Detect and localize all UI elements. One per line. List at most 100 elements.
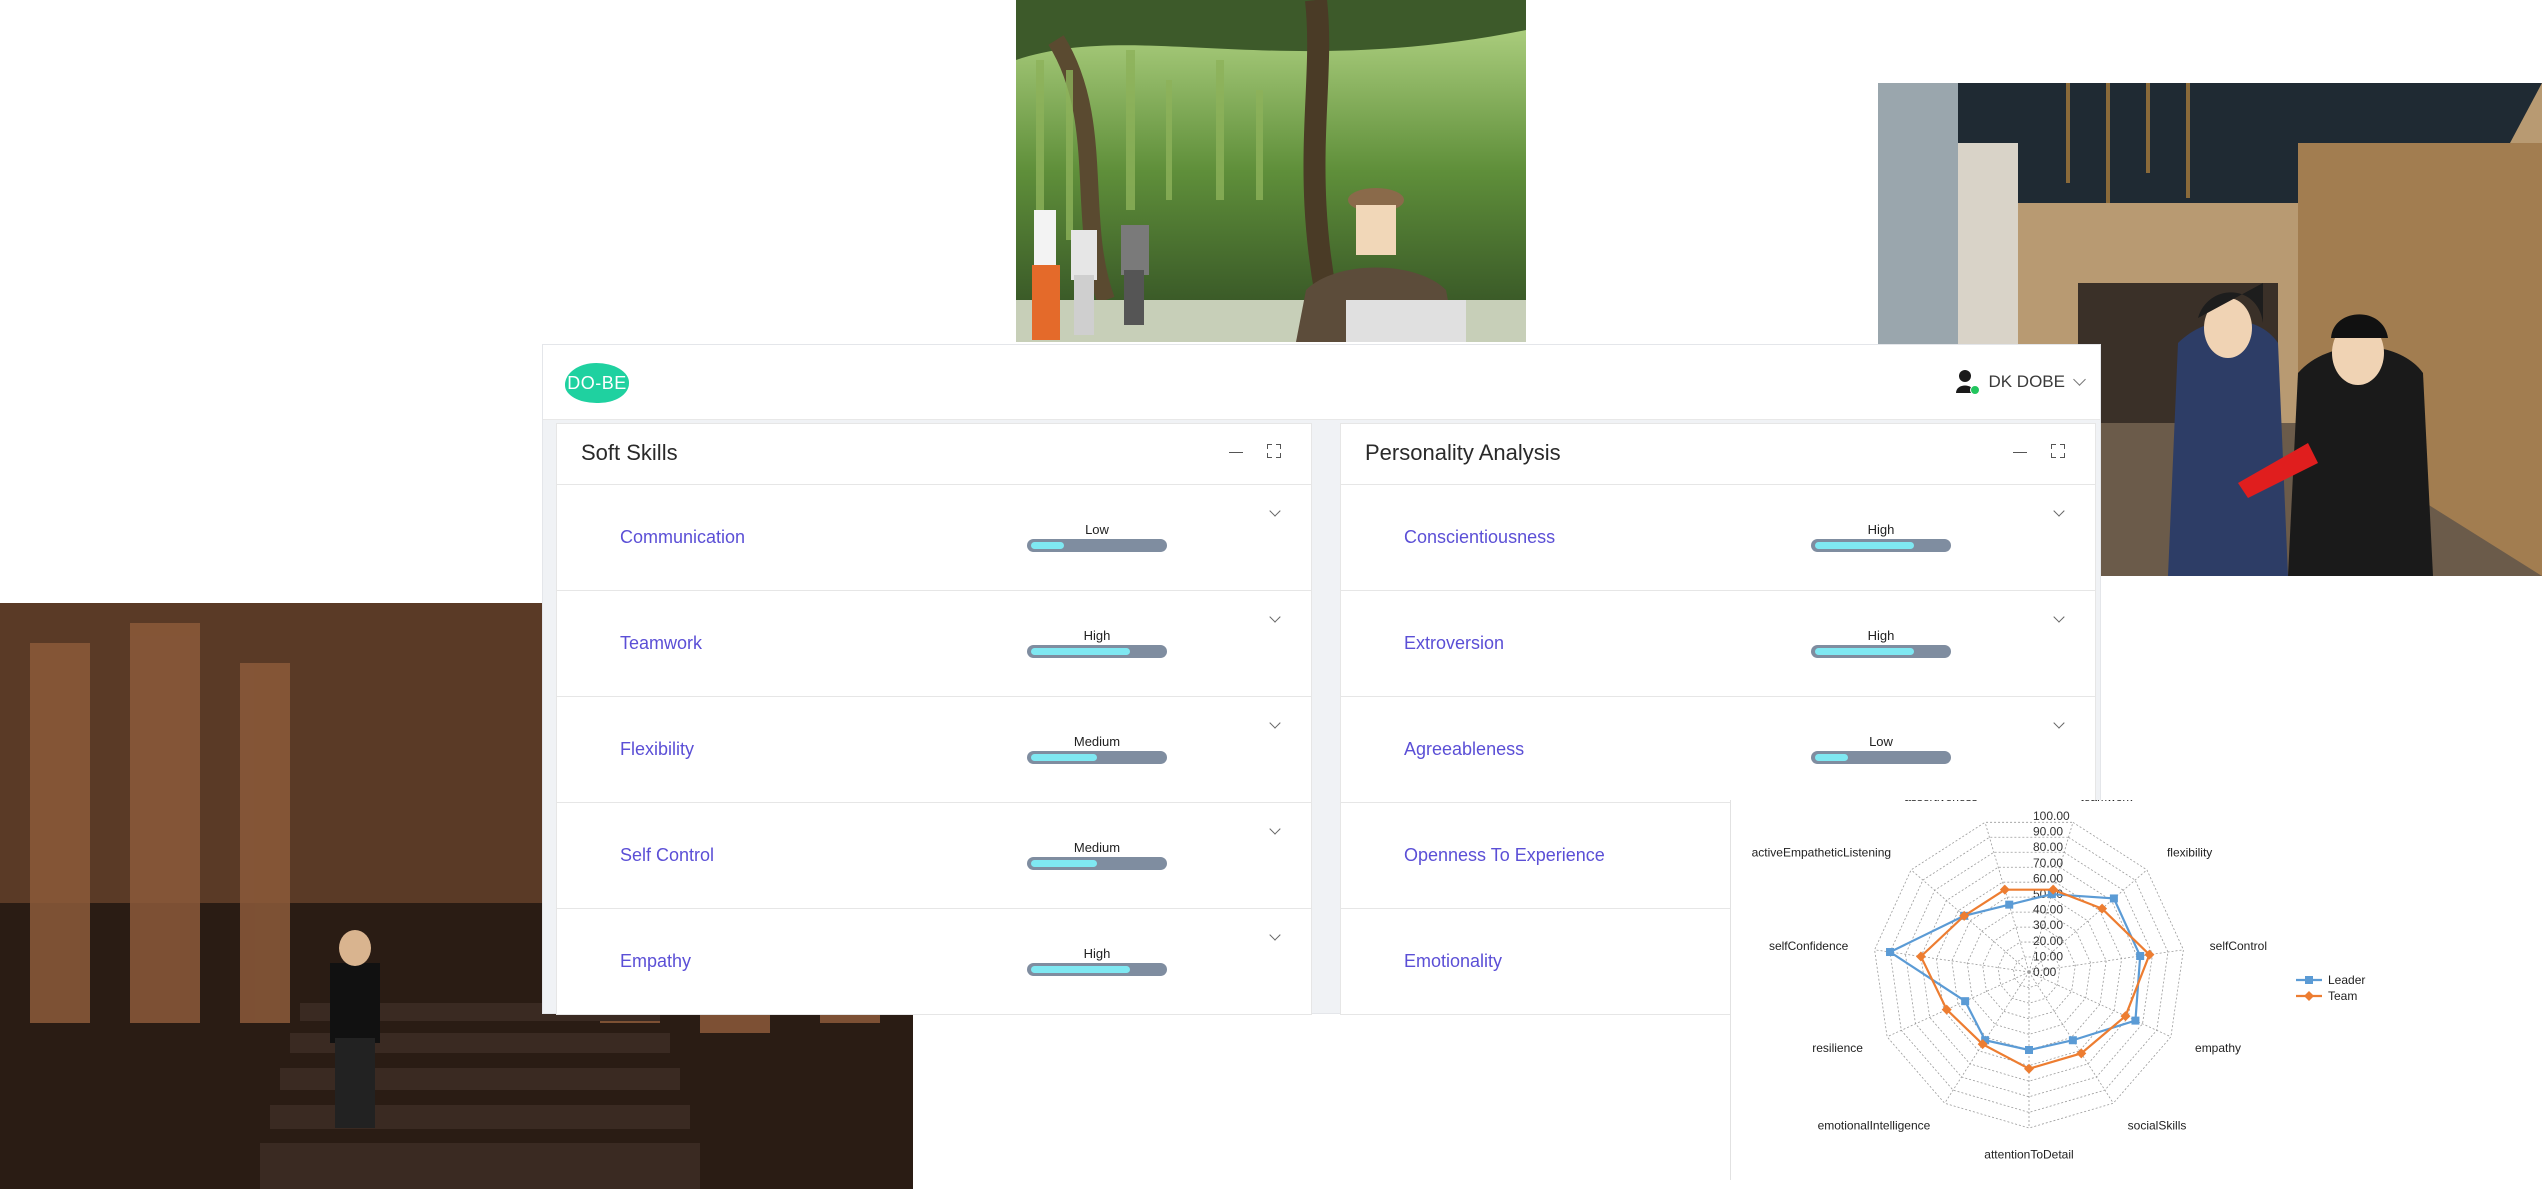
level-indicator: High: [1811, 523, 1951, 552]
axis-label: attentionToDetail: [1984, 1148, 2073, 1162]
chevron-down-icon[interactable]: [1269, 611, 1281, 623]
axis-label: empathy: [2195, 1041, 2241, 1055]
level-text: High: [1083, 946, 1111, 961]
level-bar-fill: [1815, 754, 1848, 761]
trait-label[interactable]: Extroversion: [1404, 633, 1504, 654]
level-indicator: Low: [1027, 523, 1167, 552]
data-point: [2131, 1016, 2140, 1025]
tick-label: 40.00: [2033, 903, 2063, 917]
trait-label[interactable]: Conscientiousness: [1404, 527, 1555, 548]
level-bar-fill: [1815, 542, 1914, 549]
minimize-icon[interactable]: [1229, 452, 1243, 453]
panel-header: Personality Analysis: [1341, 424, 2095, 485]
online-status-dot: [1970, 385, 1981, 395]
legend-label: Team: [2328, 989, 2357, 1003]
level-bar: [1027, 857, 1167, 870]
skill-label[interactable]: Teamwork: [620, 633, 702, 654]
axis-label: emotionalIntelligence: [1818, 1119, 1931, 1133]
level-bar: [1027, 751, 1167, 764]
level-indicator: High: [1811, 629, 1951, 658]
level-bar-fill: [1031, 966, 1130, 973]
level-text: Medium: [1073, 840, 1121, 855]
axis-label: resilience: [1812, 1041, 1863, 1055]
tick-label: 0.00: [2033, 965, 2057, 979]
radar-chart: 0.0010.0020.0030.0040.0050.0060.0070.008…: [1730, 800, 2391, 1180]
data-point: [1961, 997, 1970, 1006]
fullscreen-icon[interactable]: [2051, 444, 2065, 458]
data-point: [2109, 894, 2118, 903]
tick-label: 80.00: [2033, 840, 2063, 854]
level-text: High: [1867, 522, 1895, 537]
level-text: High: [1083, 628, 1111, 643]
level-bar: [1027, 963, 1167, 976]
tick-label: 100.00: [2033, 809, 2070, 823]
data-point: [2005, 900, 2014, 909]
trait-label[interactable]: Agreeableness: [1404, 739, 1524, 760]
skill-label[interactable]: Empathy: [620, 951, 691, 972]
skill-row-teamwork[interactable]: Teamwork High: [557, 591, 1311, 697]
axis-label: socialSkills: [2128, 1119, 2187, 1133]
minimize-icon[interactable]: [2013, 452, 2027, 453]
tick-label: 90.00: [2033, 825, 2063, 839]
level-bar: [1027, 539, 1167, 552]
tick-label: 60.00: [2033, 871, 2063, 885]
panel-title: Personality Analysis: [1365, 440, 1561, 465]
jungle-scene-photo: [1016, 0, 1526, 342]
axis-spoke: [1886, 971, 2030, 1038]
axis-label: activeEmpatheticListening: [1752, 845, 1891, 859]
axis-spoke: [2028, 971, 2172, 1038]
chevron-down-icon[interactable]: [2073, 373, 2086, 386]
level-bar-fill: [1815, 648, 1914, 655]
axis-label: flexibility: [2167, 845, 2212, 859]
trait-row-agreeableness[interactable]: Agreeableness Low: [1341, 697, 2095, 803]
trait-row-extroversion[interactable]: Extroversion High: [1341, 591, 2095, 697]
fullscreen-icon[interactable]: [1267, 444, 1281, 458]
legend-label: Leader: [2328, 973, 2365, 987]
skill-label[interactable]: Flexibility: [620, 739, 694, 760]
level-bar-fill: [1031, 754, 1097, 761]
axis-spoke: [1874, 949, 2030, 973]
skill-label[interactable]: Communication: [620, 527, 745, 548]
trait-label[interactable]: Emotionality: [1404, 951, 1502, 972]
skill-row-self-control[interactable]: Self Control Medium: [557, 803, 1311, 909]
chevron-down-icon[interactable]: [2053, 505, 2065, 517]
chevron-down-icon[interactable]: [1269, 505, 1281, 517]
level-indicator: High: [1027, 947, 1167, 976]
chevron-down-icon[interactable]: [1269, 823, 1281, 835]
level-bar: [1027, 645, 1167, 658]
skill-label[interactable]: Self Control: [620, 845, 714, 866]
trait-label[interactable]: Openness To Experience: [1404, 845, 1605, 866]
data-point: [1886, 948, 1895, 957]
axis-label: assertiveness: [1904, 800, 1977, 804]
user-menu[interactable]: DK DOBE: [1956, 367, 2086, 397]
chevron-down-icon[interactable]: [2053, 717, 2065, 729]
radar-chart-svg: 0.0010.0020.0030.0040.0050.0060.0070.008…: [1752, 800, 2366, 1162]
level-indicator: Medium: [1027, 735, 1167, 764]
panel-header: Soft Skills: [557, 424, 1311, 485]
skill-row-communication[interactable]: Communication Low: [557, 485, 1311, 591]
user-name: DK DOBE: [1988, 372, 2065, 391]
level-text: High: [1867, 628, 1895, 643]
chevron-down-icon[interactable]: [1269, 929, 1281, 941]
skill-row-empathy[interactable]: Empathy High: [557, 909, 1311, 1015]
level-bar: [1811, 539, 1951, 552]
data-point: [2136, 952, 2145, 961]
logo[interactable]: DO-BE: [565, 363, 629, 403]
axis-label: selfConfidence: [1769, 939, 1849, 953]
level-indicator: Low: [1811, 735, 1951, 764]
grid-ring: [1874, 821, 2184, 1129]
level-bar-fill: [1031, 860, 1097, 867]
level-bar: [1811, 645, 1951, 658]
data-point: [2024, 1063, 2034, 1074]
user-icon: [1956, 369, 1981, 395]
tick-label: 20.00: [2033, 934, 2063, 948]
level-text: Low: [1085, 522, 1109, 537]
panel-title: Soft Skills: [581, 440, 678, 465]
chevron-down-icon[interactable]: [1269, 717, 1281, 729]
trait-row-conscientiousness[interactable]: Conscientiousness High: [1341, 485, 2095, 591]
level-bar: [1811, 751, 1951, 764]
level-text: Low: [1869, 734, 1893, 749]
tick-label: 70.00: [2033, 856, 2063, 870]
chevron-down-icon[interactable]: [2053, 611, 2065, 623]
skill-row-flexibility[interactable]: Flexibility Medium: [557, 697, 1311, 803]
